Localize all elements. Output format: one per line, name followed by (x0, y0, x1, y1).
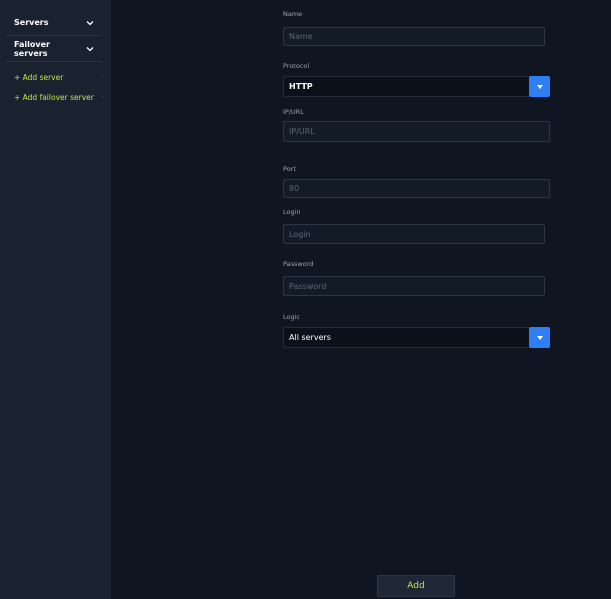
login-field[interactable] (283, 224, 545, 244)
chevron-right-icon: › (101, 73, 104, 81)
name-field[interactable] (283, 27, 545, 46)
sidebar-section-servers[interactable]: Servers (6, 10, 102, 36)
caret-down-icon (536, 335, 543, 340)
sidebar: Servers Failover servers + Add server › … (0, 0, 111, 599)
app-root: Servers Failover servers + Add server › … (0, 0, 611, 599)
name-label: Name (283, 10, 303, 18)
logic-dropdown-button[interactable] (529, 327, 550, 348)
logic-select[interactable]: All servers (283, 327, 550, 348)
add-button[interactable]: Add (377, 575, 455, 597)
chevron-down-icon (86, 46, 94, 52)
sidebar-link-label: + Add failover server (14, 92, 94, 102)
chevron-right-icon: › (101, 93, 104, 101)
sidebar-section-label: Servers (14, 18, 49, 27)
port-label: Port (283, 165, 296, 173)
password-label: Password (283, 260, 314, 268)
sidebar-section-failover-servers[interactable]: Failover servers (6, 36, 102, 62)
protocol-dropdown-button[interactable] (529, 76, 550, 97)
ip-url-label: IP/URL (283, 108, 304, 116)
password-field[interactable] (283, 276, 545, 296)
chevron-down-icon (86, 20, 94, 26)
sidebar-link-add-failover-server[interactable]: + Add failover server › (14, 91, 104, 103)
caret-down-icon (536, 84, 543, 89)
sidebar-link-label: + Add server (14, 72, 64, 82)
protocol-label: Protocol (283, 62, 310, 70)
port-field[interactable] (283, 179, 550, 198)
login-label: Login (283, 208, 301, 216)
protocol-select[interactable]: HTTP (283, 76, 550, 97)
logic-label: Logic (283, 313, 300, 321)
sidebar-link-add-server[interactable]: + Add server › (14, 71, 104, 83)
ip-url-field[interactable] (283, 121, 550, 142)
logic-selected-value: All servers (289, 333, 331, 342)
sidebar-section-label: Failover servers (14, 39, 50, 58)
protocol-selected-value: HTTP (289, 82, 313, 91)
